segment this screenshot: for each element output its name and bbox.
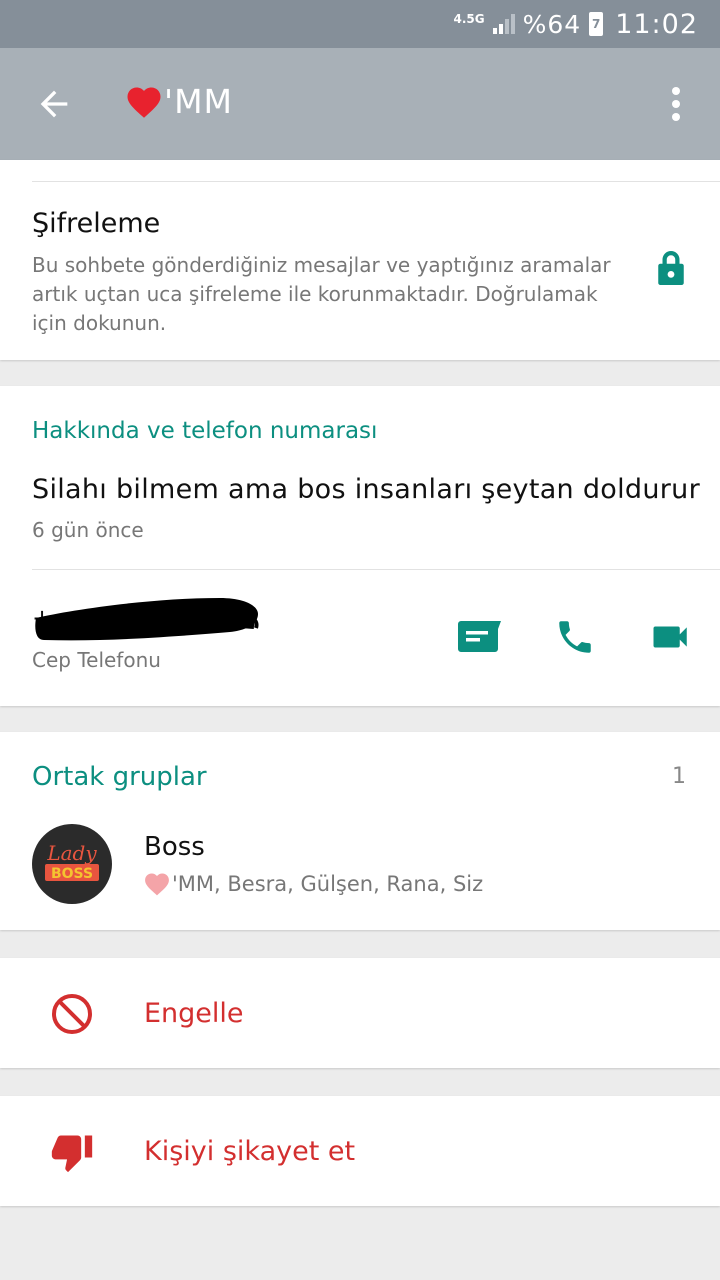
heart-icon — [145, 873, 169, 896]
phone-type: Cep Telefonu — [32, 648, 161, 672]
video-call-icon[interactable] — [648, 616, 694, 658]
about-section-title: Hakkında ve telefon numarası — [32, 418, 378, 444]
more-vert-icon — [672, 87, 680, 95]
phone-number[interactable]: + — [30, 596, 262, 644]
groups-section-title: Ortak gruplar — [32, 762, 207, 792]
divider — [32, 569, 720, 570]
app-bar: 'MM — [0, 48, 720, 160]
back-button[interactable] — [34, 84, 74, 124]
block-button[interactable] — [0, 958, 720, 1068]
redaction-scribble — [35, 598, 259, 641]
group-members: 'MM, Besra, Gülşen, Rana, Siz — [144, 872, 483, 896]
network-type: 4.5G — [453, 12, 485, 26]
group-avatar[interactable]: Lady BOSS — [32, 824, 112, 904]
divider — [32, 181, 720, 182]
report-button[interactable] — [0, 1096, 720, 1206]
status-bar: 4.5G %64 7 11:02 — [0, 0, 720, 48]
thumbs-down-icon — [51, 1135, 93, 1173]
battery-icon: 7 — [589, 12, 604, 36]
lock-icon — [658, 251, 684, 285]
report-label: Kişiyi şikayet et — [144, 1136, 356, 1167]
about-status[interactable]: Silahı bilmem ama bos insanları şeytan d… — [32, 474, 700, 505]
clock: 11:02 — [615, 8, 698, 40]
battery-percent: %64 — [522, 9, 582, 39]
contact-title[interactable]: 'MM — [126, 82, 233, 121]
signal-icon — [492, 14, 515, 34]
svg-text:Lady: Lady — [46, 841, 97, 865]
status-indicators: 4.5G %64 7 11:02 — [454, 6, 699, 42]
block-label: Engelle — [144, 998, 244, 1029]
message-icon[interactable] — [458, 616, 504, 658]
svg-text:BOSS: BOSS — [51, 866, 93, 882]
encryption-title: Şifreleme — [32, 208, 161, 239]
group-name[interactable]: Boss — [144, 832, 205, 862]
block-icon — [52, 994, 92, 1034]
contact-name: 'MM — [164, 82, 234, 121]
more-options-button[interactable] — [664, 84, 688, 124]
arrow-left-icon — [40, 90, 68, 118]
phone-icon[interactable] — [552, 616, 598, 658]
heart-icon — [127, 86, 161, 118]
about-status-time: 6 gün önce — [32, 518, 144, 542]
groups-count: 1 — [672, 764, 686, 789]
encryption-description: Bu sohbete gönderdiğiniz mesajlar ve yap… — [32, 253, 611, 335]
